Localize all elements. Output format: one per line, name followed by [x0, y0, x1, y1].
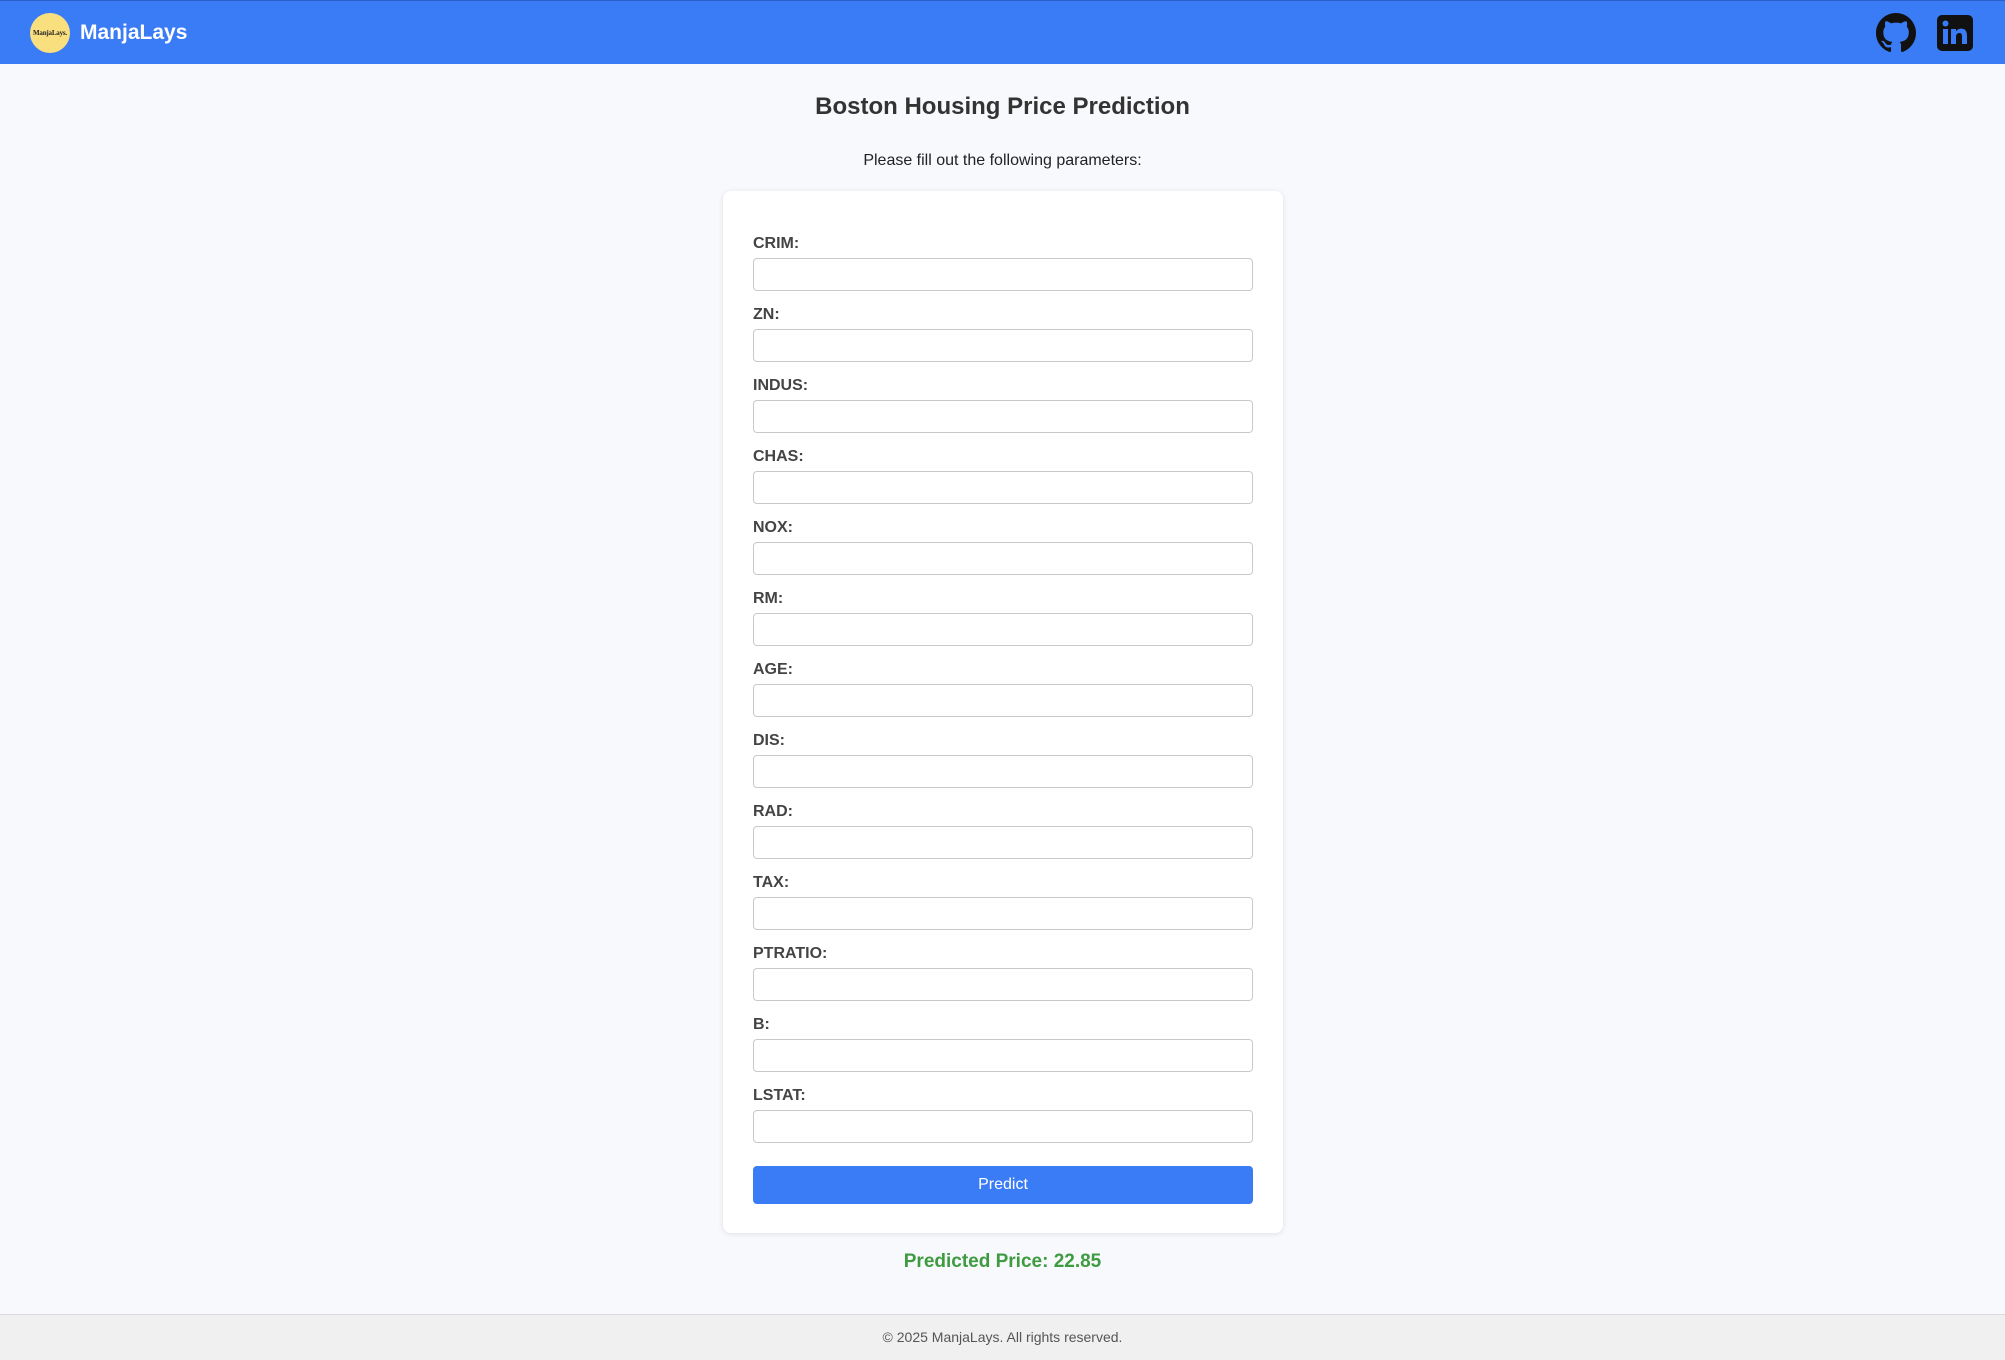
- ptratio-input[interactable]: [753, 968, 1253, 1001]
- predict-button[interactable]: Predict: [753, 1166, 1253, 1204]
- field-label: B:: [753, 1016, 770, 1033]
- b-input[interactable]: [753, 1039, 1253, 1072]
- field-label: CRIM:: [753, 235, 800, 252]
- field-label: INDUS:: [753, 377, 809, 394]
- dis-input[interactable]: [753, 755, 1253, 788]
- field-rm: RM:: [753, 589, 1253, 660]
- indus-input[interactable]: [753, 400, 1253, 433]
- brand[interactable]: ManjaLays. ManjaLays: [30, 13, 187, 53]
- field-label: ZN:: [753, 306, 780, 323]
- field-lstat: LSTAT:: [753, 1086, 1253, 1157]
- page-subtitle: Please fill out the following parameters…: [863, 152, 1142, 169]
- chas-input[interactable]: [753, 471, 1253, 504]
- field-crim: CRIM:: [753, 234, 1253, 305]
- navbar: ManjaLays. ManjaLays: [0, 0, 2005, 64]
- field-rad: RAD:: [753, 802, 1253, 873]
- footer-copyright: © 2025 ManjaLays. All rights reserved.: [882, 1329, 1123, 1345]
- rm-input[interactable]: [753, 613, 1253, 646]
- field-tax: TAX:: [753, 873, 1253, 944]
- field-label: DIS:: [753, 732, 785, 749]
- field-label: NOX:: [753, 519, 793, 536]
- field-label: CHAS:: [753, 448, 804, 465]
- github-icon: [1876, 13, 1916, 53]
- field-zn: ZN:: [753, 305, 1253, 376]
- brand-logo: ManjaLays.: [30, 13, 70, 53]
- field-nox: NOX:: [753, 518, 1253, 589]
- field-label: LSTAT:: [753, 1087, 806, 1104]
- field-indus: INDUS:: [753, 376, 1253, 447]
- lstat-input[interactable]: [753, 1110, 1253, 1143]
- rad-input[interactable]: [753, 826, 1253, 859]
- field-label: RAD:: [753, 803, 793, 820]
- field-label: AGE:: [753, 661, 793, 678]
- nox-input[interactable]: [753, 542, 1253, 575]
- field-ptratio: PTRATIO:: [753, 944, 1253, 1015]
- field-label: TAX:: [753, 874, 790, 891]
- field-b: B:: [753, 1015, 1253, 1086]
- github-link[interactable]: [1876, 13, 1916, 53]
- footer: © 2025 ManjaLays. All rights reserved.: [0, 1314, 2005, 1360]
- brand-name: ManjaLays: [80, 21, 188, 44]
- field-age: AGE:: [753, 660, 1253, 731]
- field-chas: CHAS:: [753, 447, 1253, 518]
- predicted-price: Predicted Price: 22.85: [903, 1251, 1102, 1272]
- linkedin-link[interactable]: [1935, 13, 1975, 53]
- field-dis: DIS:: [753, 731, 1253, 802]
- field-label: PTRATIO:: [753, 945, 828, 962]
- tax-input[interactable]: [753, 897, 1253, 930]
- zn-input[interactable]: [753, 329, 1253, 362]
- page-title: Boston Housing Price Prediction: [815, 93, 1190, 120]
- crim-input[interactable]: [753, 258, 1253, 291]
- field-label: RM:: [753, 590, 784, 607]
- age-input[interactable]: [753, 684, 1253, 717]
- linkedin-icon: [1937, 15, 1973, 51]
- prediction-form: CRIM: ZN: INDUS: CHAS: NOX: RM: AGE: DIS…: [723, 191, 1283, 1233]
